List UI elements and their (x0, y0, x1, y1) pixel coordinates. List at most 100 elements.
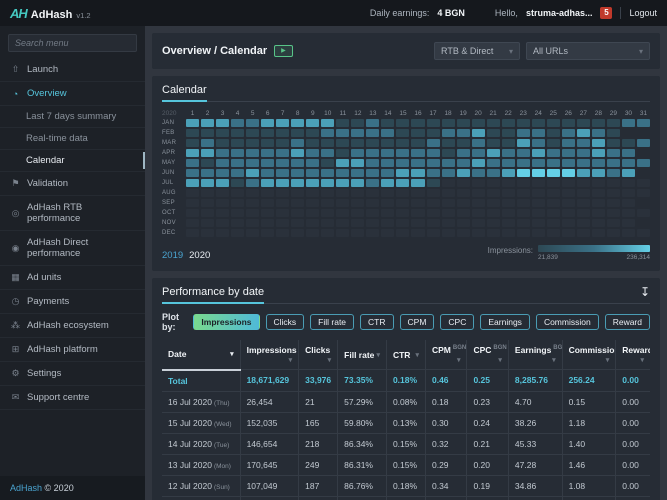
calendar-cell[interactable] (487, 229, 500, 237)
calendar-cell[interactable] (487, 179, 500, 187)
calendar-cell[interactable] (622, 199, 635, 207)
calendar-cell[interactable] (442, 119, 455, 127)
calendar-cell[interactable] (457, 189, 470, 197)
column-header-clicks[interactable]: Clicks▾ (299, 340, 338, 370)
calendar-cell[interactable] (607, 229, 620, 237)
calendar-cell[interactable] (472, 139, 485, 147)
calendar-cell[interactable] (201, 219, 214, 227)
calendar-cell[interactable] (336, 169, 349, 177)
calendar-cell[interactable] (336, 229, 349, 237)
calendar-cell[interactable] (472, 199, 485, 207)
calendar-cell[interactable] (547, 129, 560, 137)
sidebar-item-adhash-direct-performance[interactable]: ◉AdHash Direct performance (0, 231, 145, 266)
calendar-cell[interactable] (201, 119, 214, 127)
calendar-cell[interactable] (306, 179, 319, 187)
calendar-cell[interactable] (562, 149, 575, 157)
calendar-cell[interactable] (517, 209, 530, 217)
calendar-cell[interactable] (216, 149, 229, 157)
calendar-cell[interactable] (577, 179, 590, 187)
column-header-date[interactable]: Date▾ (162, 340, 240, 370)
calendar-cell[interactable] (637, 179, 650, 187)
calendar-cell[interactable] (577, 159, 590, 167)
calendar-cell[interactable] (607, 169, 620, 177)
calendar-cell[interactable] (427, 189, 440, 197)
calendar-cell[interactable] (577, 119, 590, 127)
calendar-cell[interactable] (396, 229, 409, 237)
calendar-cell[interactable] (201, 229, 214, 237)
traffic-type-select[interactable]: RTB & Direct ▾ (434, 42, 520, 60)
calendar-cell[interactable] (381, 189, 394, 197)
calendar-cell[interactable] (577, 229, 590, 237)
calendar-cell[interactable] (411, 169, 424, 177)
calendar-cell[interactable] (276, 169, 289, 177)
calendar-cell[interactable] (457, 219, 470, 227)
calendar-cell[interactable] (472, 189, 485, 197)
calendar-cell[interactable] (592, 139, 605, 147)
calendar-cell[interactable] (547, 149, 560, 157)
calendar-cell[interactable] (472, 169, 485, 177)
calendar-cell[interactable] (592, 159, 605, 167)
calendar-cell[interactable] (457, 149, 470, 157)
calendar-cell[interactable] (201, 159, 214, 167)
calendar-cell[interactable] (411, 149, 424, 157)
calendar-cell[interactable] (261, 219, 274, 227)
calendar-cell[interactable] (246, 189, 259, 197)
calendar-cell[interactable] (411, 159, 424, 167)
sidebar-item-payments[interactable]: ◷Payments (0, 290, 145, 314)
calendar-cell[interactable] (502, 229, 515, 237)
calendar-cell[interactable] (381, 199, 394, 207)
calendar-cell[interactable] (366, 229, 379, 237)
calendar-cell[interactable] (216, 119, 229, 127)
calendar-cell[interactable] (246, 139, 259, 147)
calendar-cell[interactable] (321, 229, 334, 237)
calendar-cell[interactable] (216, 139, 229, 147)
calendar-cell[interactable] (532, 229, 545, 237)
calendar-cell[interactable] (487, 169, 500, 177)
sidebar-item-last-7-days-summary[interactable]: Last 7 days summary (0, 106, 145, 128)
notification-badge[interactable]: 5 (600, 7, 612, 19)
calendar-cell[interactable] (276, 129, 289, 137)
calendar-cell[interactable] (231, 149, 244, 157)
calendar-cell[interactable] (351, 159, 364, 167)
calendar-cell[interactable] (231, 129, 244, 137)
calendar-cell[interactable] (532, 139, 545, 147)
calendar-cell[interactable] (186, 219, 199, 227)
calendar-cell[interactable] (457, 129, 470, 137)
calendar-cell[interactable] (336, 149, 349, 157)
calendar-cell[interactable] (517, 159, 530, 167)
app-logo[interactable]: AH AdHash v1.2 (10, 6, 91, 21)
calendar-cell[interactable] (336, 139, 349, 147)
calendar-cell[interactable] (547, 119, 560, 127)
calendar-cell[interactable] (472, 219, 485, 227)
calendar-cell[interactable] (427, 229, 440, 237)
calendar-cell[interactable] (396, 139, 409, 147)
footer-brand-link[interactable]: AdHash (10, 483, 42, 493)
calendar-cell[interactable] (577, 169, 590, 177)
calendar-cell[interactable] (622, 209, 635, 217)
calendar-cell[interactable] (306, 159, 319, 167)
calendar-cell[interactable] (216, 169, 229, 177)
calendar-cell[interactable] (457, 119, 470, 127)
calendar-cell[interactable] (502, 159, 515, 167)
calendar-cell[interactable] (487, 139, 500, 147)
calendar-cell[interactable] (351, 149, 364, 157)
calendar-cell[interactable] (562, 189, 575, 197)
calendar-cell[interactable] (351, 119, 364, 127)
calendar-cell[interactable] (336, 189, 349, 197)
calendar-cell[interactable] (321, 159, 334, 167)
calendar-cell[interactable] (502, 189, 515, 197)
column-header-commission[interactable]: CommissionBGN▾ (562, 340, 616, 370)
column-header-reward[interactable]: RewardBGN▾ (616, 340, 650, 370)
calendar-cell[interactable] (201, 179, 214, 187)
calendar-cell[interactable] (261, 189, 274, 197)
calendar-cell[interactable] (607, 119, 620, 127)
calendar-cell[interactable] (547, 159, 560, 167)
calendar-cell[interactable] (487, 119, 500, 127)
calendar-cell[interactable] (396, 119, 409, 127)
calendar-cell[interactable] (381, 149, 394, 157)
plot-button-cpm[interactable]: CPM (400, 314, 435, 330)
calendar-cell[interactable] (607, 179, 620, 187)
calendar-cell[interactable] (201, 189, 214, 197)
calendar-cell[interactable] (381, 129, 394, 137)
calendar-cell[interactable] (381, 209, 394, 217)
